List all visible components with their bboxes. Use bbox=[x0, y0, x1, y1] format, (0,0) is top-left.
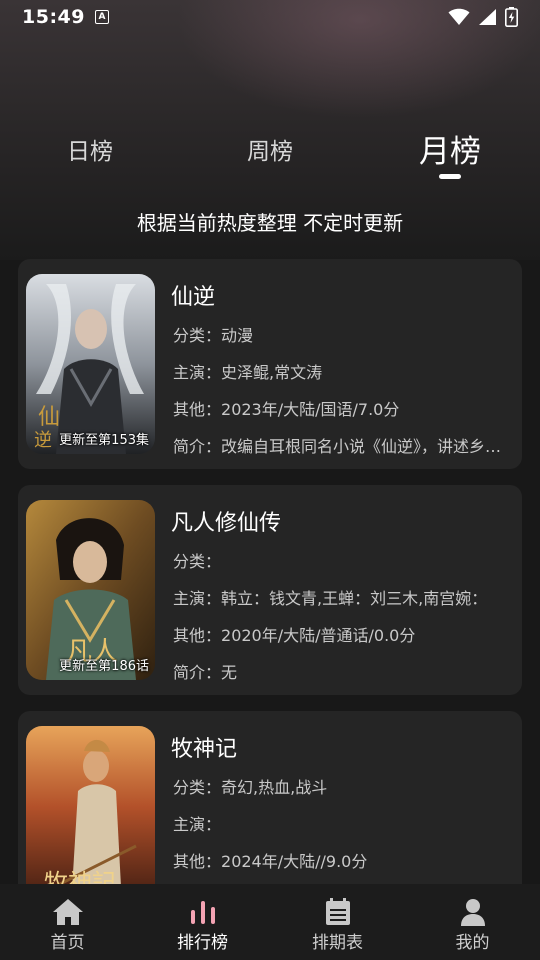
item-other: 其他：2023年/大陆/国语/7.0分 bbox=[173, 400, 400, 419]
wifi-icon bbox=[448, 8, 470, 25]
nav-schedule[interactable]: 排期表 bbox=[270, 884, 405, 960]
item-cast: 主演：韩立：钱文青,王蝉：刘三木,南宫婉： bbox=[173, 589, 488, 608]
item-title[interactable]: 仙逆 bbox=[171, 279, 215, 311]
list-item[interactable]: 仙 逆 更新至第153集 仙逆 分类：动漫 主演：史泽鲲,常文涛 其他：2023… bbox=[18, 259, 522, 469]
poster-image[interactable]: 凡人 更新至第186话 bbox=[26, 500, 155, 680]
ranking-subtitle: 根据当前热度整理 不定时更新 bbox=[136, 211, 404, 235]
home-icon bbox=[51, 898, 85, 926]
item-intro: 简介：无 bbox=[173, 663, 238, 682]
nav-mine-label: 我的 bbox=[455, 933, 490, 953]
ranking-icon bbox=[186, 898, 220, 926]
item-other: 其他：2020年/大陆/普通话/0.0分 bbox=[173, 626, 416, 645]
nav-ranking[interactable]: 排行榜 bbox=[135, 884, 270, 960]
status-bar: 15:49 A bbox=[0, 0, 540, 34]
status-time: 15:49 bbox=[22, 6, 85, 28]
nav-mine[interactable]: 我的 bbox=[405, 884, 540, 960]
item-other: 其他：2024年/大陆//9.0分 bbox=[173, 852, 368, 871]
poster-image[interactable]: 仙 逆 更新至第153集 bbox=[26, 274, 155, 454]
item-category: 分类： bbox=[173, 552, 222, 571]
list-item[interactable]: 凡人 更新至第186话 凡人修仙传 分类： 主演：韩立：钱文青,王蝉：刘三木,南… bbox=[18, 485, 522, 695]
poster-image[interactable]: 牧神記 bbox=[26, 726, 155, 884]
episode-badge: 更新至第186话 bbox=[59, 659, 149, 674]
item-intro: 简介：改编自耳根同名小说《仙逆》，讲述乡村平凡少年王林 bbox=[173, 437, 508, 456]
tab-weekly-label: 周榜 bbox=[247, 139, 293, 165]
item-cast: 主演：史泽鲲,常文涛 bbox=[173, 363, 323, 382]
item-category: 分类：动漫 bbox=[173, 326, 254, 345]
poster-art: 仙 逆 bbox=[26, 274, 155, 454]
status-icons bbox=[448, 7, 518, 27]
person-icon bbox=[456, 898, 490, 926]
ranking-list[interactable]: 仙 逆 更新至第153集 仙逆 分类：动漫 主演：史泽鲲,常文涛 其他：2023… bbox=[18, 259, 522, 884]
tab-daily-label: 日榜 bbox=[67, 139, 113, 165]
item-title[interactable]: 凡人修仙传 bbox=[171, 505, 281, 537]
poster-art: 牧神記 bbox=[26, 726, 155, 884]
nav-ranking-label: 排行榜 bbox=[177, 933, 228, 953]
bottom-nav: 首页 排行榜 排期表 我的 bbox=[0, 884, 540, 960]
nav-schedule-label: 排期表 bbox=[312, 933, 363, 953]
tab-weekly[interactable]: 周榜 bbox=[247, 132, 293, 166]
nav-home[interactable]: 首页 bbox=[0, 884, 135, 960]
nav-home-label: 首页 bbox=[50, 933, 85, 953]
tab-monthly[interactable]: 月榜 bbox=[419, 126, 481, 179]
svg-text:逆: 逆 bbox=[34, 430, 52, 451]
svg-text:牧神記: 牧神記 bbox=[44, 869, 116, 884]
svg-text:仙: 仙 bbox=[38, 405, 60, 430]
item-category: 分类：奇幻,热血,战斗 bbox=[173, 778, 328, 797]
item-cast: 主演： bbox=[173, 815, 222, 834]
battery-icon bbox=[505, 7, 518, 27]
episode-badge: 更新至第153集 bbox=[59, 433, 149, 448]
tab-active-indicator bbox=[439, 174, 461, 179]
ranking-tabs: 日榜 周榜 月榜 bbox=[0, 132, 540, 192]
tab-daily[interactable]: 日榜 bbox=[67, 132, 113, 166]
list-item[interactable]: 牧神記 牧神记 分类：奇幻,热血,战斗 主演： 其他：2024年/大陆//9.0… bbox=[18, 711, 522, 884]
item-title[interactable]: 牧神记 bbox=[171, 731, 237, 763]
tab-monthly-label: 月榜 bbox=[419, 134, 481, 170]
signal-icon bbox=[479, 9, 496, 25]
notification-icon: A bbox=[94, 10, 109, 24]
poster-art: 凡人 bbox=[26, 500, 155, 680]
calendar-icon bbox=[321, 898, 355, 926]
